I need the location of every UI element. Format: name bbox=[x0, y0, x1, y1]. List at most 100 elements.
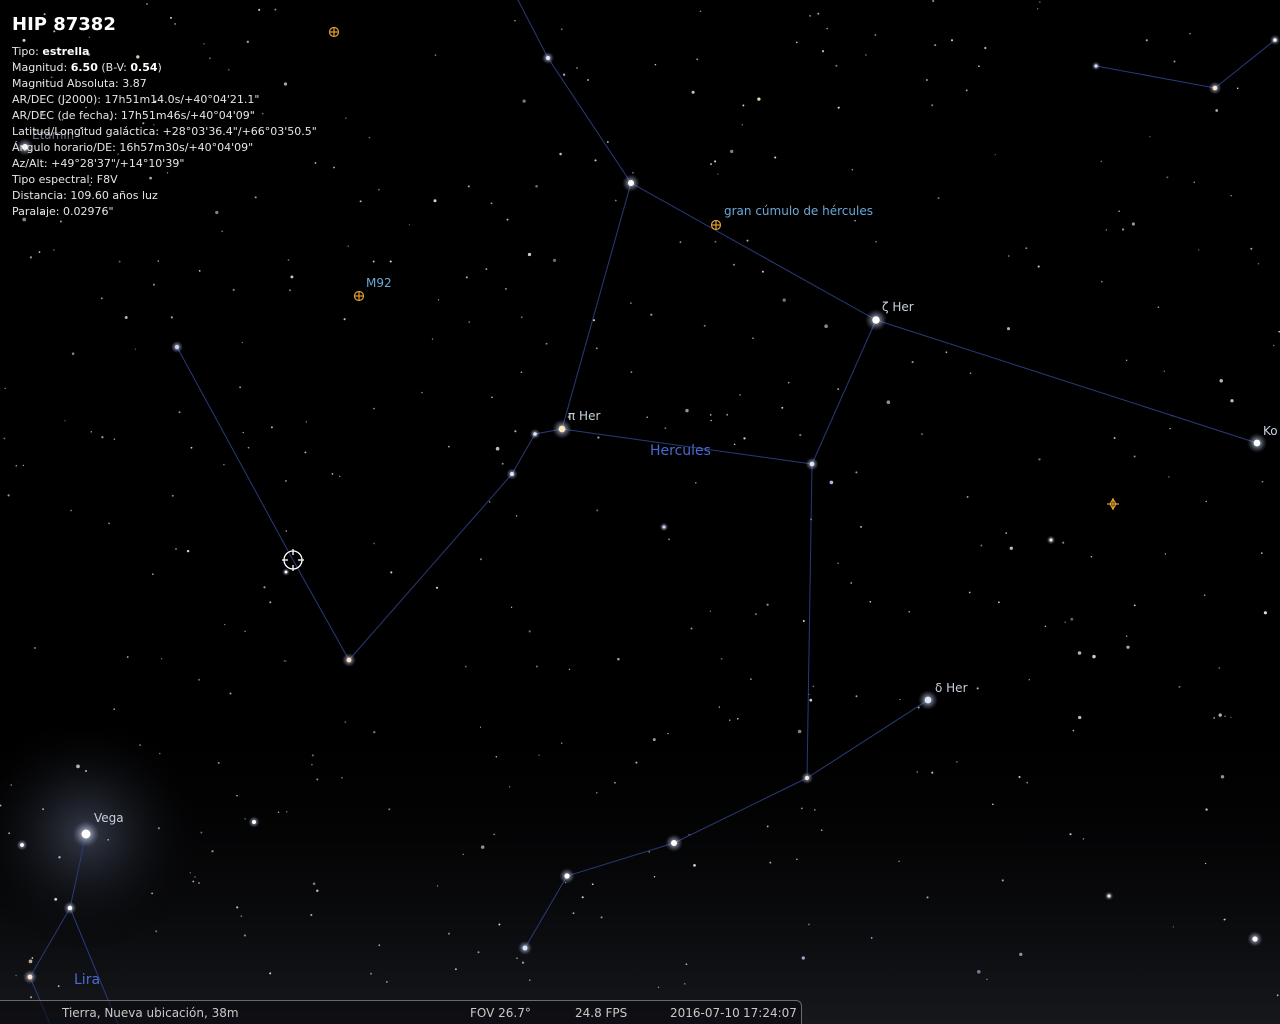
status-date[interactable]: 2016-07-10 bbox=[670, 1006, 740, 1020]
label-m92: M92 bbox=[366, 276, 392, 290]
star-kornephoros[interactable] bbox=[1253, 439, 1261, 447]
background-star bbox=[921, 433, 923, 435]
star-delta-her[interactable] bbox=[924, 696, 932, 704]
star-hercules-leg-mid[interactable] bbox=[804, 775, 810, 781]
background-star bbox=[568, 668, 571, 671]
background-star bbox=[1019, 952, 1023, 957]
background-star bbox=[886, 400, 891, 405]
background-star bbox=[100, 297, 103, 300]
star-corona-2[interactable] bbox=[1094, 64, 1098, 68]
background-star bbox=[485, 268, 488, 271]
background-star bbox=[980, 544, 983, 547]
star-hercules-arm[interactable] bbox=[346, 657, 352, 663]
background-star bbox=[851, 168, 854, 171]
star-hercules-leg-3[interactable] bbox=[522, 945, 528, 951]
star-hercules-arm-north[interactable] bbox=[174, 344, 180, 350]
background-star bbox=[516, 957, 518, 960]
background-star bbox=[809, 14, 812, 17]
background-star bbox=[76, 764, 80, 769]
status-time[interactable]: 17:24:07 bbox=[743, 1006, 797, 1020]
star-hercules-arm-inner[interactable] bbox=[533, 432, 537, 436]
star-bright-se[interactable] bbox=[1252, 936, 1258, 942]
background-star bbox=[501, 462, 504, 465]
background-star bbox=[57, 985, 60, 987]
background-star bbox=[1125, 635, 1128, 638]
background-star bbox=[1092, 654, 1096, 659]
background-star bbox=[562, 73, 566, 76]
background-star bbox=[749, 678, 752, 681]
background-star bbox=[1037, 8, 1039, 10]
background-star bbox=[646, 416, 648, 418]
background-star bbox=[657, 986, 660, 989]
background-star bbox=[870, 937, 873, 939]
background-star bbox=[151, 573, 154, 576]
star-lyra-1[interactable] bbox=[67, 905, 73, 911]
background-star bbox=[854, 219, 856, 222]
background-star bbox=[178, 411, 181, 414]
star-hercules-north[interactable] bbox=[545, 55, 551, 61]
star-field-1[interactable] bbox=[252, 820, 256, 824]
background-star bbox=[572, 912, 575, 915]
background-star bbox=[1105, 229, 1107, 231]
cluster-marker-top[interactable] bbox=[328, 26, 340, 38]
cluster-marker-m13[interactable] bbox=[710, 219, 722, 231]
star-vega[interactable] bbox=[81, 829, 91, 839]
background-star bbox=[1224, 715, 1226, 718]
background-star bbox=[70, 509, 72, 512]
background-star bbox=[90, 431, 93, 433]
background-star bbox=[224, 623, 226, 626]
cluster-marker-m92[interactable] bbox=[353, 290, 365, 302]
background-star bbox=[1193, 181, 1195, 183]
star-hercules-arm-mid[interactable] bbox=[510, 472, 514, 476]
object-distance: Distancia: 109.60 años luz bbox=[12, 189, 158, 202]
background-star bbox=[170, 316, 173, 319]
star-eta-her[interactable] bbox=[628, 180, 634, 186]
background-star bbox=[217, 761, 220, 764]
background-star bbox=[304, 451, 307, 454]
background-star bbox=[504, 287, 507, 290]
star-lyra-3[interactable] bbox=[20, 843, 24, 847]
background-star bbox=[1163, 370, 1165, 372]
star-zeta-her[interactable] bbox=[872, 316, 880, 324]
label-delta-her: δ Her bbox=[935, 681, 968, 695]
star-hercules-leg-2[interactable] bbox=[564, 873, 570, 879]
star-field-2[interactable] bbox=[662, 525, 666, 529]
background-star bbox=[797, 729, 802, 734]
star-epsilon-her[interactable] bbox=[809, 461, 815, 467]
background-star bbox=[653, 875, 656, 878]
star-lyra-2[interactable] bbox=[27, 974, 33, 980]
star-corona-3[interactable] bbox=[1273, 38, 1277, 42]
status-fps: 24.8 FPS bbox=[575, 1006, 628, 1020]
background-star bbox=[38, 251, 41, 253]
background-star bbox=[53, 249, 55, 251]
status-location[interactable]: Tierra, Nueva ubicación, 38m bbox=[62, 1006, 239, 1020]
background-star bbox=[1164, 553, 1166, 555]
background-star bbox=[648, 851, 650, 853]
star-hercules-leg-1[interactable] bbox=[671, 840, 677, 846]
background-star bbox=[1219, 379, 1223, 383]
star-field-3[interactable] bbox=[1049, 538, 1053, 542]
background-star bbox=[795, 41, 798, 44]
hercules-line-arm-north bbox=[176, 346, 350, 661]
background-star bbox=[134, 348, 137, 350]
object-hour-angle: Ángulo horario/DE: 16h57m30s/+40°04'09" bbox=[12, 141, 254, 154]
background-star bbox=[733, 443, 736, 446]
background-star bbox=[769, 861, 772, 864]
background-star bbox=[15, 974, 17, 977]
star-field-4[interactable] bbox=[1107, 894, 1111, 898]
background-star bbox=[1062, 541, 1065, 544]
background-star bbox=[730, 149, 734, 154]
galaxy-marker[interactable] bbox=[1107, 497, 1119, 511]
object-radec-date: AR/DEC (de fecha): 17h51m46s/+40°04'09" bbox=[12, 109, 255, 122]
object-azalt: Az/Alt: +49°28'37"/+14°10'39" bbox=[12, 157, 185, 170]
background-star bbox=[1223, 918, 1226, 921]
background-star bbox=[1100, 160, 1102, 162]
star-pi-her[interactable] bbox=[558, 425, 566, 433]
background-star bbox=[479, 558, 482, 561]
background-star bbox=[1230, 195, 1232, 197]
star-corona[interactable] bbox=[1212, 85, 1218, 91]
background-star bbox=[614, 782, 616, 784]
background-star bbox=[752, 337, 754, 340]
star-hip-87382[interactable] bbox=[284, 570, 288, 574]
hercules-line-keystone-east bbox=[811, 319, 877, 465]
